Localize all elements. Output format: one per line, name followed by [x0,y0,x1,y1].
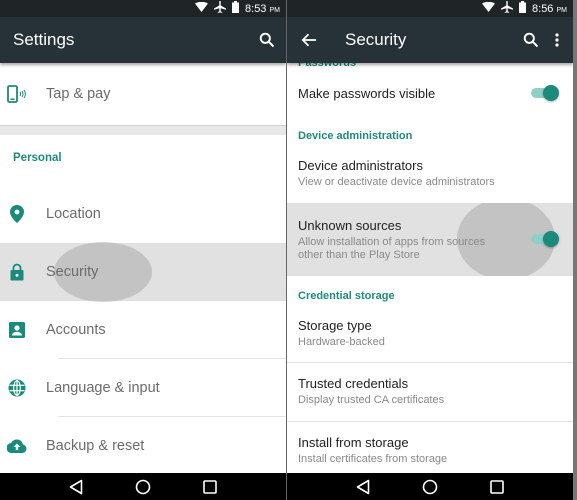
list-item-backup-reset[interactable]: Backup & reset [0,417,286,475]
list-item-device-administrators[interactable]: Device administrators View or deactivate… [287,158,573,189]
page-title: Security [345,30,407,49]
list-item-make-passwords-visible[interactable]: Make passwords visible [287,63,573,123]
search-icon [259,32,275,48]
home-nav-icon [135,479,151,494]
list-item-install-from-storage[interactable]: Install from storage Install certificate… [287,435,573,466]
navigation-bar [0,473,286,500]
status-bar: 8:56 PM [287,0,573,17]
airplane-icon [214,1,227,16]
battery-icon [519,1,527,16]
back-icon [301,33,316,47]
settings-list: Tap & pay Personal Location Security Acc… [0,63,286,485]
item-title: Install from storage [298,435,409,450]
clock: 8:53 PM [245,3,280,15]
more-vert-icon [555,33,559,47]
location-icon [0,205,46,223]
recents-nav-button[interactable] [200,477,220,497]
cloud-upload-icon [0,439,46,453]
recents-nav-button[interactable] [487,477,507,497]
wifi-icon [195,1,209,15]
account-icon [0,322,46,338]
wifi-icon [482,1,496,15]
app-bar: Security [287,17,573,63]
list-item-language-input[interactable]: Language & input [0,359,286,417]
clock-ampm: PM [269,6,281,14]
search-button[interactable] [517,26,545,54]
list-item-label: Language & input [46,380,160,396]
home-nav-button[interactable] [420,477,440,497]
section-gap [0,125,286,135]
make-passwords-visible-toggle[interactable] [529,85,559,101]
list-item-label: Security [46,264,99,280]
list-item-location[interactable]: Location [0,185,286,243]
right-edge [573,0,577,500]
item-subtitle: View or deactivate device administrators [298,176,495,188]
search-button[interactable] [253,26,281,54]
list-item-label: Location [46,206,101,222]
recents-nav-icon [203,479,218,494]
list-item-label: Accounts [46,322,106,338]
toggle-thumb [543,231,559,247]
status-bar: 8:53 PM [0,0,286,17]
tap-pay-icon [0,85,46,103]
page-title: Settings [13,30,75,49]
list-item-label: Backup & reset [46,438,145,454]
clock-time: 8:53 [245,2,267,15]
list-item-unknown-sources[interactable]: Unknown sources Allow installation of ap… [287,203,573,276]
item-title: Make passwords visible [298,85,436,101]
list-item-accounts[interactable]: Accounts [0,301,286,359]
section-header-device-administration: Device administration [298,130,413,142]
list-item-tap-pay[interactable]: Tap & pay [0,63,286,125]
back-nav-button[interactable] [66,477,86,497]
section-header-credential-storage: Credential storage [298,290,395,302]
item-title: Storage type [298,318,372,333]
navigation-bar [287,473,573,500]
clock-time: 8:56 [532,2,554,15]
clock: 8:56 PM [532,3,567,15]
card-personal: Personal Location Security Accounts Lang… [0,135,286,475]
list-item-label: Tap & pay [46,86,111,102]
search-icon [523,32,539,48]
airplane-icon [501,1,514,16]
back-nav-button[interactable] [353,477,373,497]
item-subtitle: Hardware-backed [298,336,385,348]
list-divider [287,421,573,422]
recents-nav-icon [490,479,505,494]
globe-icon [0,379,46,397]
toggle-thumb [543,85,559,101]
list-item-trusted-credentials[interactable]: Trusted credentials Display trusted CA c… [287,376,573,407]
back-button[interactable] [295,26,323,54]
item-subtitle: Install certificates from storage [298,453,448,465]
back-nav-icon [69,479,82,494]
home-nav-icon [422,479,438,494]
item-subtitle: Display trusted CA certificates [298,394,445,406]
list-item-security[interactable]: Security [0,242,286,302]
clock-ampm: PM [556,6,568,14]
battery-icon [232,1,240,16]
more-options-button[interactable] [547,26,567,54]
lock-icon [0,263,46,281]
list-item-storage-type[interactable]: Storage type Hardware-backed [287,318,573,349]
back-nav-icon [356,479,369,494]
item-title: Trusted credentials [298,376,409,391]
list-divider [287,362,573,363]
item-subtitle-line2: other than the Play Store [298,249,420,261]
item-title: Device administrators [298,158,423,173]
app-bar: Settings [0,17,286,63]
security-list: Passwords Make passwords visible Device … [287,63,573,473]
card-wireless: Tap & pay [0,63,286,125]
settings-screen: 8:53 PM Settings Tap & pay Personal Loca… [0,0,286,500]
section-header-personal: Personal [13,152,62,164]
security-screen: 8:56 PM Security Passwords Make password… [287,0,573,500]
screens: 8:53 PM Settings Tap & pay Personal Loca… [0,0,577,500]
unknown-sources-toggle[interactable] [529,231,559,247]
home-nav-button[interactable] [133,477,153,497]
